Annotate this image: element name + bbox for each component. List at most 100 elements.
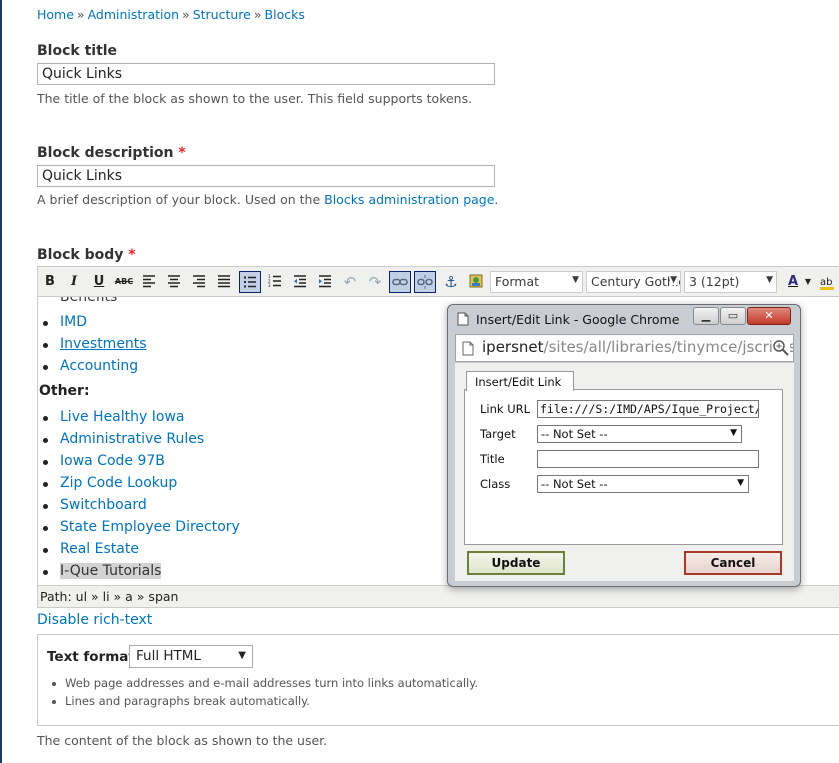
left-border [0, 0, 2, 763]
text-format-select[interactable]: Full HTML ▼ [129, 645, 253, 668]
required-mark: * [178, 145, 186, 161]
font-color-button[interactable]: A [782, 271, 804, 293]
chevron-down-icon: ▼ [737, 478, 744, 488]
chevron-down-icon: ▼ [730, 428, 737, 438]
bold-button[interactable]: B [39, 271, 61, 293]
list-item-link[interactable]: Iowa Code 97B [60, 453, 165, 469]
align-right-icon[interactable] [188, 271, 210, 293]
address-bar[interactable]: ipersnet/sites/all/libraries/tinymce/jsc… [455, 334, 794, 362]
tab-insert-edit-link[interactable]: Insert/Edit Link [466, 371, 574, 391]
zoom-icon[interactable] [772, 339, 790, 361]
block-description-label: Block description * [37, 145, 186, 161]
class-select[interactable]: -- Not Set -- ▼ [537, 475, 749, 493]
blocks-admin-link[interactable]: Blocks administration page [324, 192, 494, 207]
outdent-icon[interactable] [289, 271, 311, 293]
list-item-link[interactable]: Zip Code Lookup [60, 475, 177, 491]
list-item-link[interactable]: Accounting [60, 358, 138, 374]
list-item-link[interactable]: State Employee Directory [60, 519, 240, 535]
list-item-link[interactable]: IMD [60, 314, 87, 330]
other-heading: Other: [39, 383, 90, 399]
italic-button[interactable]: I [63, 271, 85, 293]
block-title-input[interactable]: Quick Links [37, 63, 495, 85]
target-label: Target [480, 427, 516, 441]
title-input[interactable] [537, 450, 759, 468]
editor-toolbar: B I U ABC 123 ↶ ↷ ⚓ Format ▼ Century Goth… [38, 267, 839, 297]
bullet-list-icon[interactable] [239, 271, 261, 293]
numbered-list-icon[interactable]: 123 [264, 271, 286, 293]
title-label: Title [480, 452, 505, 466]
selected-list-item[interactable]: I-Que Tutorials [60, 563, 162, 579]
font-size-value: 3 (12pt) [689, 274, 740, 289]
address-host: ipersnet [482, 338, 544, 356]
filter-tip: Web page addresses and e-mail addresses … [65, 676, 479, 690]
link-properties-panel: Link URL file:///S:/IMD/APS/Ique_Project… [464, 389, 783, 545]
minimize-button[interactable]: ▁ [693, 307, 719, 325]
class-value: -- Not Set -- [541, 477, 608, 491]
maximize-button[interactable]: ▭ [720, 307, 746, 325]
chevron-down-icon: ▼ [238, 650, 246, 661]
page-icon [462, 341, 474, 360]
redo-icon[interactable]: ↷ [364, 271, 386, 293]
dialog-window-title: Insert/Edit Link - Google Chrome [476, 312, 680, 327]
chevron-down-icon: ▼ [572, 275, 579, 285]
chevron-down-icon: ▼ [670, 275, 677, 285]
bullet [52, 682, 56, 686]
block-title-description: The title of the block as shown to the u… [37, 91, 473, 106]
bullet [52, 700, 56, 704]
block-description-help-suffix: . [494, 192, 499, 207]
bullet [43, 321, 48, 326]
breadcrumb-structure[interactable]: Structure [193, 7, 251, 22]
breadcrumb-sep: » [76, 7, 85, 22]
list-item-link[interactable]: Administrative Rules [60, 431, 204, 447]
align-center-icon[interactable] [163, 271, 185, 293]
font-size-select[interactable]: 3 (12pt) ▼ [684, 271, 777, 293]
justify-icon[interactable] [213, 271, 235, 293]
list-item-link[interactable]: Switchboard [60, 497, 147, 513]
font-family-select[interactable]: Century Gothic ▼ [586, 271, 681, 293]
align-left-icon[interactable] [138, 271, 160, 293]
list-item-link[interactable]: Benefits [60, 297, 117, 305]
chevron-down-icon: ▼ [766, 275, 773, 285]
block-body-label: Block body * [37, 247, 136, 263]
link-url-label: Link URL [480, 402, 531, 416]
breadcrumb-sep: » [253, 7, 262, 22]
highlight-color-icon[interactable]: ab [816, 271, 838, 293]
breadcrumb-administration[interactable]: Administration [88, 7, 179, 22]
bullet [43, 482, 48, 487]
list-item-link[interactable]: Investments [60, 336, 147, 352]
bullet [43, 570, 48, 575]
close-button[interactable]: ✕ [747, 307, 791, 325]
cancel-button[interactable]: Cancel [684, 551, 782, 575]
image-icon[interactable] [465, 271, 487, 293]
underline-button[interactable]: U [88, 271, 110, 293]
indent-icon[interactable] [314, 271, 336, 293]
required-mark: * [128, 247, 136, 263]
block-description-help-prefix: A brief description of your block. Used … [37, 192, 325, 207]
target-value: -- Not Set -- [541, 427, 608, 441]
bullet [43, 343, 48, 348]
bullet [43, 416, 48, 421]
breadcrumb-blocks[interactable]: Blocks [265, 7, 305, 22]
svg-text:ab: ab [820, 277, 832, 288]
target-select[interactable]: -- Not Set -- ▼ [537, 425, 742, 443]
list-item-link[interactable]: Real Estate [60, 541, 139, 557]
bullet [43, 438, 48, 443]
font-color-chevron-icon[interactable]: ▼ [802, 271, 814, 293]
undo-icon[interactable]: ↶ [339, 271, 361, 293]
block-description-input[interactable]: Quick Links [37, 165, 495, 187]
list-item-link[interactable]: Live Healthy Iowa [60, 409, 184, 425]
update-button[interactable]: Update [467, 551, 565, 575]
link-url-input[interactable]: file:///S:/IMD/APS/Ique_Project/06-Tr [537, 400, 759, 418]
filter-tip: Lines and paragraphs break automatically… [65, 694, 310, 708]
link-icon[interactable] [389, 271, 411, 293]
element-path-bar: Path: ul » li » a » span [38, 585, 839, 607]
breadcrumb-home[interactable]: Home [37, 7, 74, 22]
unlink-icon[interactable] [414, 271, 436, 293]
dialog-body: Insert/Edit Link Link URL file:///S:/IMD… [455, 363, 794, 581]
disable-rich-text-link[interactable]: Disable rich-text [37, 612, 152, 628]
format-select-value: Format [495, 274, 540, 289]
strikethrough-button[interactable]: ABC [113, 271, 135, 293]
block-body-description: The content of the block as shown to the… [37, 733, 328, 748]
format-select[interactable]: Format ▼ [490, 271, 583, 293]
anchor-icon[interactable]: ⚓ [440, 271, 462, 293]
